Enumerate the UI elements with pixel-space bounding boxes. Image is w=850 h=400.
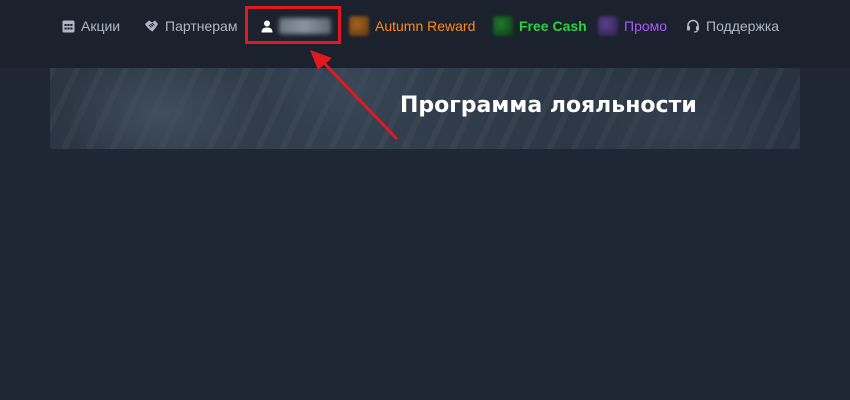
nav-label-promo: Промо — [624, 18, 668, 34]
nav-item-autumn-reward[interactable]: Autumn Reward — [349, 0, 475, 52]
nav-item-user-profile[interactable] — [261, 0, 331, 52]
page-title: Программа лояльности — [400, 93, 697, 118]
nav-label-support: Поддержка — [706, 18, 780, 34]
nav-label-promotions: Акции — [81, 18, 121, 34]
nav-item-partners[interactable]: Партнерам — [144, 0, 237, 52]
handshake-icon — [144, 19, 159, 33]
nav-item-promotions[interactable]: Акции — [62, 0, 120, 52]
headset-icon — [686, 19, 700, 33]
nav-item-support[interactable]: Поддержка — [686, 0, 779, 52]
nav-label-free-cash: Free Cash — [519, 18, 587, 34]
autumn-reward-image — [349, 16, 369, 36]
nav-item-free-cash[interactable]: Free Cash — [493, 0, 587, 52]
top-navigation-bar: Акции Партнерам Autumn Reward Free Cash … — [0, 0, 850, 68]
calendar-icon — [62, 19, 75, 33]
promo-image — [598, 16, 618, 36]
nav-item-promo[interactable]: Промо — [598, 0, 667, 52]
nav-label-partners: Партнерам — [165, 18, 238, 34]
nav-label-autumn-reward: Autumn Reward — [375, 18, 476, 34]
free-cash-image — [493, 16, 513, 36]
user-icon — [261, 20, 273, 33]
username-blurred — [279, 18, 331, 34]
